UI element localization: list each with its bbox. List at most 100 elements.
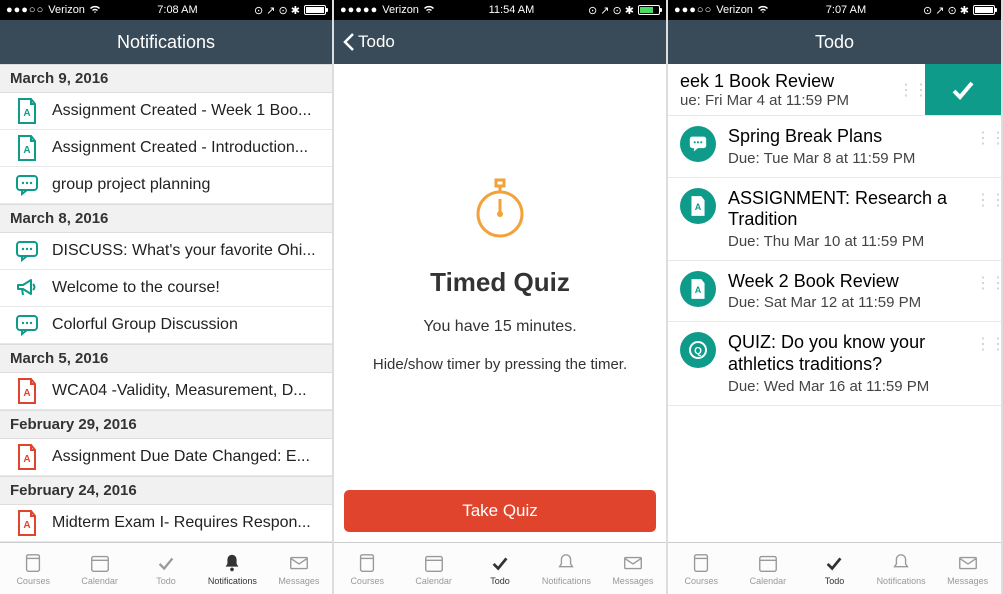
tab-label: Courses xyxy=(685,576,719,586)
list-item[interactable]: A Assignment Created - Introduction... xyxy=(0,130,332,167)
item-due: Due: Tue Mar 8 at 11:59 PM xyxy=(728,150,969,167)
tab-courses[interactable]: Courses xyxy=(334,552,400,586)
tab-messages[interactable]: Messages xyxy=(600,552,666,586)
item-label: DISCUSS: What's your favorite Ohi... xyxy=(52,242,320,260)
svg-text:A: A xyxy=(23,388,30,399)
status-icons: ⊙ ↗ ⊙ ✱ xyxy=(254,4,300,17)
tab-label: Courses xyxy=(16,576,50,586)
quiz-title: Timed Quiz xyxy=(430,267,570,298)
tab-courses[interactable]: Courses xyxy=(0,552,66,586)
stopwatch-icon xyxy=(470,172,530,247)
carrier-label: Verizon xyxy=(48,4,85,16)
item-title: QUIZ: Do you know your athletics traditi… xyxy=(728,332,969,375)
svg-text:A: A xyxy=(695,202,702,212)
todo-item[interactable]: A Week 2 Book ReviewDue: Sat Mar 12 at 1… xyxy=(668,261,1001,323)
nav-bar: Todo xyxy=(668,20,1001,64)
svg-text:A: A xyxy=(23,108,30,119)
tab-label: Todo xyxy=(490,576,510,586)
drag-handle-icon[interactable] xyxy=(975,198,989,207)
nav-bar: Todo xyxy=(334,20,666,64)
tab-label: Todo xyxy=(156,576,176,586)
tab-todo[interactable]: Todo xyxy=(133,552,199,586)
signal-dots: ●●●○○ xyxy=(674,4,712,16)
todo-item-swiped[interactable]: eek 1 Book Review ue: Fri Mar 4 at 11:59… xyxy=(668,64,1001,116)
tab-label: Messages xyxy=(947,576,988,586)
assignment-icon: A xyxy=(12,98,42,124)
svg-text:A: A xyxy=(23,145,30,156)
list-item[interactable]: AAssignment Created - Week 1 Boo... xyxy=(0,93,332,130)
item-label: Welcome to the course! xyxy=(52,279,320,297)
tab-label: Notifications xyxy=(877,576,926,586)
discussion-icon xyxy=(680,126,716,162)
notifications-list[interactable]: March 9, 2016 AAssignment Created - Week… xyxy=(0,64,332,542)
svg-text:Q: Q xyxy=(694,346,702,357)
drag-handle-icon[interactable] xyxy=(901,64,925,115)
battery-icon xyxy=(304,5,326,15)
svg-text:A: A xyxy=(23,454,30,465)
item-label: Assignment Due Date Changed: E... xyxy=(52,448,320,466)
carrier-label: Verizon xyxy=(716,4,753,16)
item-title: Week 2 Book Review xyxy=(728,271,969,293)
drag-handle-icon[interactable] xyxy=(975,281,989,290)
assignment-icon: A xyxy=(12,135,42,161)
assignment-icon: A xyxy=(680,188,716,224)
status-time: 7:07 AM xyxy=(826,4,866,16)
signal-dots: ●●●●● xyxy=(340,4,378,16)
list-item[interactable]: Colorful Group Discussion xyxy=(0,307,332,344)
tab-todo[interactable]: Todo xyxy=(801,552,868,586)
assignment-icon: A xyxy=(12,510,42,536)
discussion-icon xyxy=(12,314,42,336)
tab-label: Messages xyxy=(278,576,319,586)
assignment-icon: A xyxy=(680,271,716,307)
check-icon xyxy=(947,74,979,106)
tab-label: Notifications xyxy=(542,576,591,586)
todo-item[interactable]: Spring Break Plans Due: Tue Mar 8 at 11:5… xyxy=(668,116,1001,178)
battery-icon xyxy=(973,5,995,15)
list-item[interactable]: AMidterm Exam I- Requires Respon... xyxy=(0,505,332,542)
tab-calendar[interactable]: Calendar xyxy=(66,552,132,586)
status-bar: ●●●●●Verizon 11:54 AM ⊙ ↗ ⊙ ✱ xyxy=(334,0,666,20)
status-icons: ⊙ ↗ ⊙ ✱ xyxy=(923,4,969,17)
item-label: Assignment Created - Introduction... xyxy=(52,139,320,157)
complete-action-button[interactable] xyxy=(925,64,1001,115)
list-item[interactable]: A WCA04 -Validity, Measurement, D... xyxy=(0,373,332,410)
back-button[interactable]: Todo xyxy=(342,32,395,52)
section-header: February 29, 2016 xyxy=(0,410,332,439)
discussion-icon xyxy=(12,240,42,262)
drag-handle-icon[interactable] xyxy=(975,342,989,351)
wifi-icon xyxy=(89,4,101,17)
tab-calendar[interactable]: Calendar xyxy=(400,552,466,586)
tab-messages[interactable]: Messages xyxy=(266,552,332,586)
tab-bar: Courses Calendar Todo Notifications Mess… xyxy=(0,542,332,594)
carrier-label: Verizon xyxy=(382,4,419,16)
assignment-icon: A xyxy=(12,444,42,470)
tab-notifications[interactable]: Notifications xyxy=(199,552,265,586)
tab-notifications[interactable]: Notifications xyxy=(868,552,935,586)
tab-calendar[interactable]: Calendar xyxy=(735,552,802,586)
tab-bar: Courses Calendar Todo Notifications Mess… xyxy=(334,542,666,594)
item-label: WCA04 -Validity, Measurement, D... xyxy=(52,382,320,400)
list-item[interactable]: DISCUSS: What's your favorite Ohi... xyxy=(0,233,332,270)
todo-item[interactable]: Q QUIZ: Do you know your athletics tradi… xyxy=(668,322,1001,405)
svg-text:A: A xyxy=(23,520,30,531)
status-time: 7:08 AM xyxy=(157,4,197,16)
tab-label: Courses xyxy=(350,576,384,586)
tab-todo[interactable]: Todo xyxy=(467,552,533,586)
quiz-icon: Q xyxy=(680,332,716,368)
drag-handle-icon[interactable] xyxy=(975,136,989,145)
tab-label: Notifications xyxy=(208,576,257,586)
todo-list[interactable]: eek 1 Book Review ue: Fri Mar 4 at 11:59… xyxy=(668,64,1001,542)
list-item[interactable]: Welcome to the course! xyxy=(0,270,332,307)
battery-icon xyxy=(638,5,660,15)
item-title: ASSIGNMENT: Research a Tradition xyxy=(728,188,969,231)
list-item[interactable]: A Assignment Due Date Changed: E... xyxy=(0,439,332,476)
tab-messages[interactable]: Messages xyxy=(934,552,1001,586)
todo-item[interactable]: A ASSIGNMENT: Research a Tradition Due: T… xyxy=(668,178,1001,261)
item-due: Due: Thu Mar 10 at 11:59 PM xyxy=(728,233,969,250)
list-item[interactable]: group project planning xyxy=(0,167,332,204)
svg-text:A: A xyxy=(695,285,702,295)
tab-notifications[interactable]: Notifications xyxy=(533,552,599,586)
item-title: Spring Break Plans xyxy=(728,126,969,148)
tab-courses[interactable]: Courses xyxy=(668,552,735,586)
take-quiz-button[interactable]: Take Quiz xyxy=(344,490,656,532)
